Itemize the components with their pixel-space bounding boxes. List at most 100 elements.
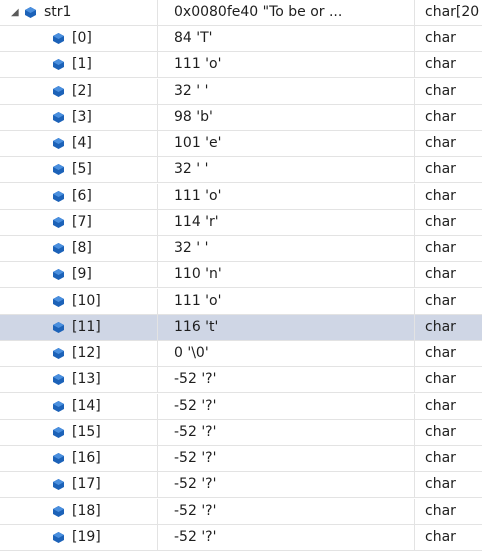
element-type: char xyxy=(425,318,456,335)
type-cell: char xyxy=(415,210,482,235)
element-index: [5] xyxy=(72,161,92,178)
value-cell[interactable]: 110 'n' xyxy=(158,262,415,288)
value-cell[interactable]: -52 '?' xyxy=(158,367,415,393)
value-cell[interactable]: 111 'o' xyxy=(158,183,415,209)
element-index: [17] xyxy=(72,476,101,493)
element-index: [18] xyxy=(72,502,101,519)
element-index: [2] xyxy=(72,82,92,99)
element-index: [0] xyxy=(72,30,92,46)
element-type: char xyxy=(425,476,456,493)
name-cell: [0] xyxy=(0,26,158,51)
name-cell: [9] xyxy=(0,262,158,288)
element-row[interactable]: [3] 98 'b' char xyxy=(0,104,482,131)
element-type: char xyxy=(425,82,456,99)
type-cell: char[20 xyxy=(415,0,482,25)
type-cell: char xyxy=(415,262,482,287)
element-type: char xyxy=(425,187,456,204)
value-cell[interactable]: 0x0080fe40 "To be or ... ▼ xyxy=(158,0,415,25)
element-row[interactable]: [19] -52 '?' char xyxy=(0,524,482,551)
object-member-icon xyxy=(53,190,64,202)
value-cell[interactable]: 111 'o' xyxy=(158,52,415,78)
element-type: char xyxy=(425,108,456,125)
name-cell: [10] xyxy=(0,288,158,314)
element-index: [8] xyxy=(72,240,92,256)
element-row[interactable]: [6] 111 'o' char xyxy=(0,183,482,210)
element-row[interactable]: [16] -52 '?' char xyxy=(0,446,482,472)
variable-type: char[20 xyxy=(425,4,480,20)
variable-value: 0x0080fe40 "To be or ... xyxy=(174,4,343,20)
element-row[interactable]: [12] 0 '\0' char xyxy=(0,341,482,367)
object-member-icon xyxy=(53,400,64,412)
value-cell[interactable]: -52 '?' xyxy=(158,419,415,445)
element-row[interactable]: [1] 111 'o' char xyxy=(0,52,482,79)
type-cell: char xyxy=(415,315,482,340)
value-cell[interactable]: 101 'e' xyxy=(158,131,415,156)
element-row[interactable]: [8] 32 ' ' char xyxy=(0,236,482,262)
watch-grid: ◢ str1 0x0080fe40 "To be or ... ▼ char[2… xyxy=(0,0,482,551)
element-row[interactable]: [0] 84 'T' char xyxy=(0,26,482,52)
type-cell: char xyxy=(415,131,482,156)
value-cell[interactable]: 84 'T' xyxy=(158,26,415,51)
element-index: [9] xyxy=(72,266,92,283)
value-cell[interactable]: 0 '\0' xyxy=(158,341,415,366)
element-row[interactable]: [9] 110 'n' char xyxy=(0,262,482,289)
value-cell[interactable]: 32 ' ' xyxy=(158,157,415,183)
element-index: [15] xyxy=(72,423,101,440)
element-value: -52 '?' xyxy=(174,528,217,545)
value-cell[interactable]: 111 'o' xyxy=(158,288,415,314)
element-value: -52 '?' xyxy=(174,502,217,519)
name-cell: [5] xyxy=(0,157,158,183)
name-cell: [14] xyxy=(0,393,158,419)
collapse-expander-icon[interactable]: ◢ xyxy=(11,0,19,25)
element-row[interactable]: [13] -52 '?' char xyxy=(0,367,482,394)
element-type: char xyxy=(425,30,456,46)
element-row[interactable]: [14] -52 '?' char xyxy=(0,393,482,420)
name-cell: ◢ str1 xyxy=(0,0,158,25)
value-cell[interactable]: -52 '?' xyxy=(158,446,415,471)
element-index: [1] xyxy=(72,56,92,73)
element-index: [10] xyxy=(72,292,101,309)
value-cell[interactable]: -52 '?' xyxy=(158,524,415,550)
value-cell[interactable]: 32 ' ' xyxy=(158,236,415,261)
name-cell: [6] xyxy=(0,183,158,209)
object-member-icon xyxy=(53,269,64,281)
type-cell: char xyxy=(415,472,482,497)
type-cell: char xyxy=(415,367,482,392)
parent-row-str1[interactable]: ◢ str1 0x0080fe40 "To be or ... ▼ char[2… xyxy=(0,0,482,26)
element-row[interactable]: [2] 32 ' ' char xyxy=(0,78,482,105)
object-member-icon xyxy=(53,295,64,307)
element-value: 111 'o' xyxy=(174,187,222,204)
element-row[interactable]: [17] -52 '?' char xyxy=(0,472,482,499)
type-cell: char xyxy=(415,341,482,366)
type-cell: char xyxy=(415,394,482,419)
element-row[interactable]: [11] 116 't' char xyxy=(0,314,482,341)
value-cell[interactable]: -52 '?' xyxy=(158,472,415,498)
element-value: 84 'T' xyxy=(174,30,213,46)
element-value: -52 '?' xyxy=(174,397,217,414)
value-cell[interactable]: 116 't' xyxy=(158,314,415,340)
element-row[interactable]: [18] -52 '?' char xyxy=(0,498,482,525)
type-cell: char xyxy=(415,499,482,524)
element-row[interactable]: [5] 32 ' ' char xyxy=(0,157,482,184)
element-value: -52 '?' xyxy=(174,476,217,493)
element-value: 111 'o' xyxy=(174,56,222,73)
value-cell[interactable]: 98 'b' xyxy=(158,104,415,130)
name-cell: [16] xyxy=(0,446,158,471)
value-cell[interactable]: -52 '?' xyxy=(158,498,415,524)
object-member-icon xyxy=(53,164,64,176)
name-cell: [7] xyxy=(0,209,158,235)
name-cell: [11] xyxy=(0,314,158,340)
element-row[interactable]: [15] -52 '?' char xyxy=(0,419,482,446)
value-cell[interactable]: 114 'r' xyxy=(158,209,415,235)
object-member-icon xyxy=(25,7,36,18)
type-cell: char xyxy=(415,184,482,209)
object-member-icon xyxy=(53,348,64,359)
value-cell[interactable]: 32 ' ' xyxy=(158,78,415,104)
object-member-icon xyxy=(53,59,64,71)
element-index: [3] xyxy=(72,108,92,125)
element-row[interactable]: [10] 111 'o' char xyxy=(0,288,482,315)
value-cell[interactable]: -52 '?' xyxy=(158,393,415,419)
element-type: char xyxy=(425,266,456,283)
element-row[interactable]: [7] 114 'r' char xyxy=(0,209,482,236)
element-row[interactable]: [4] 101 'e' char xyxy=(0,131,482,157)
